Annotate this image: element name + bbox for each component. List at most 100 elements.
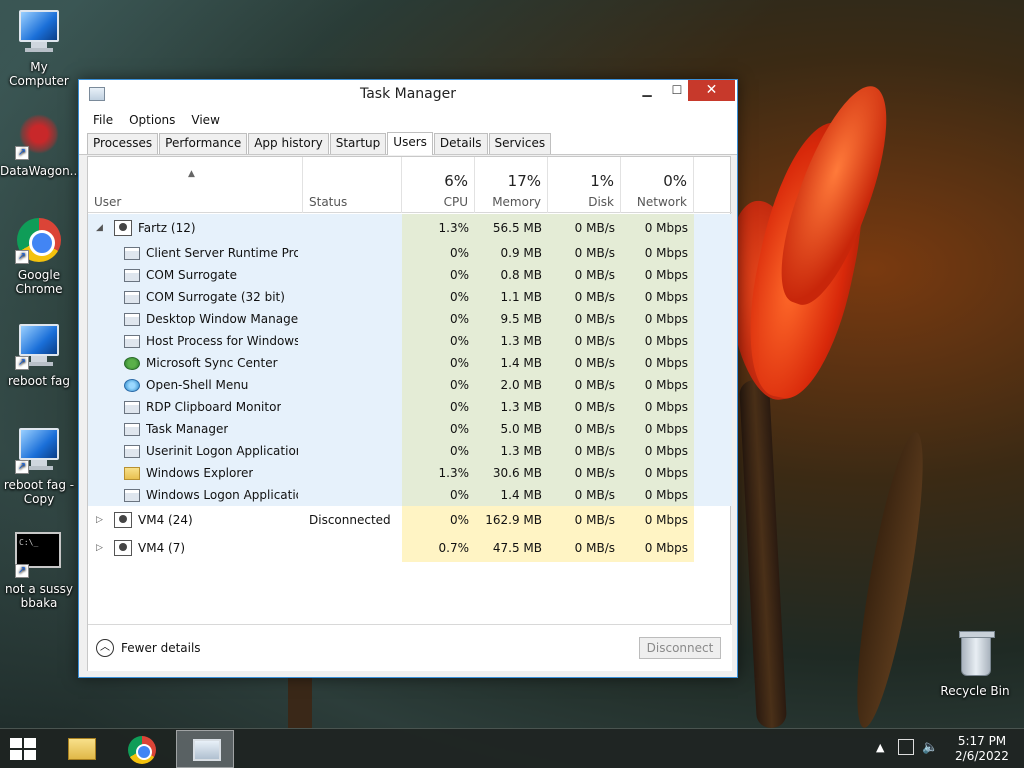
clock[interactable]: 5:17 PM 2/6/2022 (952, 734, 1012, 764)
process-cell: COM Surrogate (32 bit) (88, 286, 302, 308)
desktop-icon-label: DataWagon... (0, 164, 82, 178)
process-row[interactable]: Windows Explorer 1.3% 30.6 MB 0 MB/s 0 Mbps (88, 462, 732, 484)
process-row[interactable]: Windows Logon Application 0% 1.4 MB 0 MB/s 0… (88, 484, 732, 506)
cpu-cell: 0% (402, 242, 475, 264)
tab-details[interactable]: Details (433, 133, 488, 154)
cpu-cell: 0% (402, 418, 475, 440)
taskbar: ▲ 🔈 5:17 PM 2/6/2022 (0, 728, 1024, 768)
user-row[interactable]: ◢ Fartz (12) 1.3% 56.5 MB 0 MB/s 0 Mbps (88, 214, 732, 242)
cpu-cell: 0% (402, 374, 475, 396)
desktop-icon-label: reboot fag (7, 374, 71, 388)
tab-app-history[interactable]: App history (248, 133, 329, 154)
disk-cell: 0 MB/s (548, 308, 621, 330)
close-button[interactable]: ✕ (688, 80, 735, 101)
status-cell (303, 286, 402, 308)
tab-processes[interactable]: Processes (87, 133, 159, 154)
column-cpu[interactable]: 6% CPU (402, 157, 475, 213)
column-disk[interactable]: 1% Disk (548, 157, 621, 213)
network-icon[interactable] (898, 739, 914, 755)
desktop-icon-label: My Computer (9, 60, 69, 88)
menu-view[interactable]: View (183, 113, 227, 127)
menu-file[interactable]: File (85, 113, 121, 127)
cpu-cell: 0% (402, 286, 475, 308)
cpu-cell: 0% (402, 308, 475, 330)
process-name: COM Surrogate (32 bit) (146, 290, 285, 304)
user-icon (114, 512, 132, 528)
process-cell: Windows Logon Application (88, 484, 302, 506)
column-status[interactable]: Status (303, 157, 402, 213)
memory-cell: 1.1 MB (475, 286, 548, 308)
status-cell (303, 308, 402, 330)
network-cell: 0 Mbps (621, 462, 694, 484)
desktop-icon-my-computer[interactable]: My Computer (0, 8, 78, 88)
process-row[interactable]: Userinit Logon Application 0% 1.3 MB 0 MB/s… (88, 440, 732, 462)
folder-icon (68, 738, 96, 760)
status-cell (303, 242, 402, 264)
network-cell: 0 Mbps (621, 396, 694, 418)
desktop-icon-google-chrome[interactable]: ↗ Google Chrome (0, 216, 78, 296)
folder-icon (124, 466, 140, 480)
collapse-icon[interactable]: ◢ (96, 223, 103, 233)
network-cell: 0 Mbps (621, 484, 694, 506)
process-row[interactable]: Open-Shell Menu 0% 2.0 MB 0 MB/s 0 Mbps (88, 374, 732, 396)
user-row[interactable]: ▷ VM4 (24) Disconnected 0% 162.9 MB 0 MB/s 0 M… (88, 506, 732, 534)
speaker-muted-icon[interactable]: 🔈 (922, 740, 938, 768)
desktop-icon-reboot[interactable]: ↗ reboot fag (0, 322, 78, 388)
clock-date: 2/6/2022 (955, 749, 1009, 763)
expand-icon[interactable]: ▷ (96, 515, 103, 525)
task-manager-icon (193, 739, 221, 761)
memory-cell: 1.3 MB (475, 440, 548, 462)
user-row[interactable]: ▷ VM4 (7) 0.7% 47.5 MB 0 MB/s 0 Mbps (88, 534, 732, 562)
process-row[interactable]: COM Surrogate (32 bit) 0% 1.1 MB 0 MB/s 0 Mb… (88, 286, 732, 308)
desktop-icon-datawagon[interactable]: ↗ DataWagon... (0, 112, 82, 178)
users-panel: ▲ User Status 6% CPU 17% Memory 1% Disk … (87, 156, 732, 671)
process-row[interactable]: COM Surrogate 0% 0.8 MB 0 MB/s 0 Mbps (88, 264, 732, 286)
taskbar-task-manager[interactable] (176, 730, 234, 768)
wallpaper-stem (288, 670, 312, 730)
title-bar[interactable]: Task Manager ▁ ☐ ✕ (79, 80, 737, 109)
cpu-cell: 1.3% (402, 214, 475, 242)
process-row[interactable]: Host Process for Windows ... 0%1.3 MB0 MB… (88, 330, 732, 352)
computer-icon: ↗ (15, 322, 63, 370)
desktop-icon-reboot-copy[interactable]: ↗ reboot fag - Copy (0, 426, 78, 506)
process-row[interactable]: Microsoft Sync Center 0% 1.4 MB 0 MB/s 0 Mbp… (88, 352, 732, 374)
process-row[interactable]: Client Server Runtime Proc...0%0.9 MB0 M… (88, 242, 732, 264)
column-network[interactable]: 0% Network (621, 157, 694, 213)
task-manager-window[interactable]: Task Manager ▁ ☐ ✕ File Options View Pro… (78, 79, 738, 678)
process-row[interactable]: Task Manager 0% 5.0 MB 0 MB/s 0 Mbps (88, 418, 732, 440)
process-cell: Task Manager (88, 418, 302, 440)
sort-up-icon: ▲ (188, 169, 195, 179)
tab-services[interactable]: Services (488, 133, 552, 154)
column-user[interactable]: ▲ User (88, 157, 303, 213)
footer-bar: ︿ Fewer details Disconnect (88, 624, 732, 671)
process-name: Microsoft Sync Center (146, 356, 278, 370)
taskbar-file-explorer[interactable] (52, 730, 110, 768)
tab-performance[interactable]: Performance (159, 133, 248, 154)
disk-cell: 0 MB/s (548, 484, 621, 506)
network-cell: 0 Mbps (621, 286, 694, 308)
network-cell: 0 Mbps (621, 308, 694, 330)
disconnect-button[interactable]: Disconnect (639, 637, 721, 659)
memory-cell: 30.6 MB (475, 462, 548, 484)
fewer-details-link[interactable]: Fewer details (121, 641, 201, 655)
tab-startup[interactable]: Startup (329, 133, 387, 154)
tab-users[interactable]: Users (387, 132, 433, 155)
chevron-up-icon[interactable]: ︿ (96, 639, 114, 657)
column-memory[interactable]: 17% Memory (475, 157, 548, 213)
expand-icon[interactable]: ▷ (96, 543, 103, 553)
disk-cell: 0 MB/s (548, 440, 621, 462)
network-cell: 0 Mbps (621, 418, 694, 440)
desktop-icon-recycle-bin[interactable]: Recycle Bin (936, 631, 1014, 698)
status-cell (303, 534, 402, 562)
process-row[interactable]: Desktop Window Manager 0% 9.5 MB 0 MB/s 0 Mb… (88, 308, 732, 330)
memory-cell: 9.5 MB (475, 308, 548, 330)
start-button[interactable] (10, 738, 36, 760)
process-row[interactable]: RDP Clipboard Monitor 0% 1.3 MB 0 MB/s 0 Mbp… (88, 396, 732, 418)
desktop-icon-cmd-shortcut[interactable]: C:\_ ↗ not a sussy bbaka (0, 530, 78, 610)
taskbar-chrome[interactable] (114, 730, 172, 768)
show-hidden-icons-icon[interactable]: ▲ (876, 741, 884, 768)
wallpaper-tulip (716, 74, 908, 410)
menu-options[interactable]: Options (121, 113, 183, 127)
disk-cell: 0 MB/s (548, 418, 621, 440)
minimize-button[interactable]: ▁ (632, 80, 662, 101)
